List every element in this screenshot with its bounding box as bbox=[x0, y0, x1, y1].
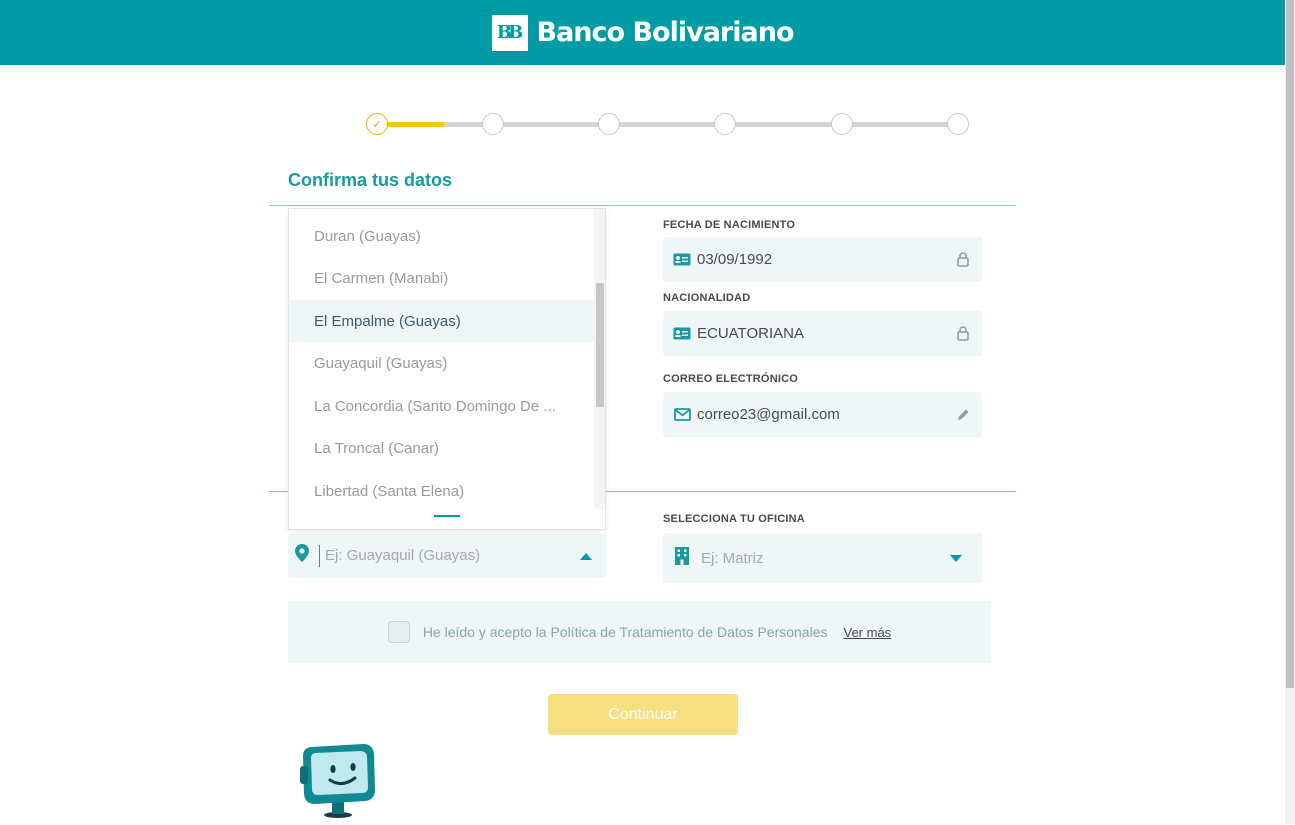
lock-icon bbox=[956, 252, 970, 267]
page-scrollbar-thumb[interactable] bbox=[1286, 0, 1294, 688]
map-pin-icon bbox=[295, 544, 309, 567]
building-icon bbox=[675, 546, 689, 570]
birth-date-field: 03/09/1992 bbox=[663, 237, 982, 282]
birth-date-label: FECHA DE NACIMIENTO bbox=[663, 219, 796, 231]
lock-icon bbox=[956, 326, 970, 341]
step-1-check-icon: ✓ bbox=[366, 113, 388, 135]
city-option[interactable]: El Carmen (Manabi) bbox=[289, 257, 595, 299]
dropdown-scrollbar[interactable] bbox=[594, 209, 605, 509]
city-option[interactable]: La Concordia (Santo Domingo De ... bbox=[289, 385, 595, 427]
id-card-icon bbox=[673, 327, 691, 340]
caret-down-icon[interactable] bbox=[950, 549, 962, 567]
brand-name: Banco Bolivariano bbox=[536, 17, 795, 48]
dropdown-loading-indicator bbox=[434, 515, 460, 517]
city-option[interactable]: Guayaquil (Guayas) bbox=[289, 342, 595, 384]
city-option-highlighted[interactable]: El Empalme (Guayas) bbox=[289, 300, 595, 342]
city-option[interactable]: Duran (Guayas) bbox=[289, 215, 595, 257]
consent-checkbox[interactable] bbox=[387, 621, 410, 643]
birth-date-value: 03/09/1992 bbox=[697, 251, 773, 268]
city-search-field[interactable] bbox=[288, 533, 606, 578]
office-select[interactable]: Ej: Matriz bbox=[663, 533, 982, 583]
pencil-icon[interactable] bbox=[956, 408, 970, 422]
id-card-icon bbox=[673, 253, 691, 266]
page-scrollbar[interactable] bbox=[1285, 0, 1295, 824]
text-cursor bbox=[319, 544, 320, 567]
robot-mascot-icon[interactable] bbox=[297, 742, 379, 820]
bank-logo[interactable]: BB Banco Bolivariano bbox=[491, 14, 795, 51]
step-2-dot bbox=[482, 113, 504, 135]
city-option[interactable]: Libertad (Santa Elena) bbox=[289, 470, 595, 512]
step-4-dot bbox=[714, 113, 736, 135]
consent-text: He leído y acepto la Política de Tratami… bbox=[422, 624, 828, 640]
mail-icon bbox=[673, 408, 691, 421]
city-search-input[interactable] bbox=[325, 547, 580, 564]
email-value[interactable]: correo23@gmail.com bbox=[697, 406, 956, 423]
logo-mark: BB bbox=[491, 14, 528, 51]
continue-button[interactable]: Continuar bbox=[548, 694, 738, 735]
section-divider-top bbox=[269, 205, 1016, 206]
section-title: Confirma tus datos bbox=[288, 170, 453, 190]
office-label: SELECCIONA TU OFICINA bbox=[663, 513, 805, 525]
nationality-field: ECUATORIANA bbox=[663, 311, 982, 356]
consent-panel: He leído y acepto la Política de Tratami… bbox=[288, 601, 991, 663]
step-5-dot bbox=[831, 113, 853, 135]
see-more-link[interactable]: Ver más bbox=[844, 625, 892, 640]
nationality-label: NACIONALIDAD bbox=[663, 292, 751, 304]
email-field[interactable]: correo23@gmail.com bbox=[663, 392, 982, 437]
city-option[interactable]: La Troncal (Canar) bbox=[289, 427, 595, 469]
email-label: CORREO ELECTRÓNICO bbox=[663, 373, 798, 385]
office-placeholder: Ej: Matriz bbox=[701, 549, 764, 567]
caret-up-icon[interactable] bbox=[580, 547, 592, 565]
nationality-value: ECUATORIANA bbox=[697, 325, 804, 342]
step-track bbox=[377, 122, 959, 127]
step-6-dot bbox=[947, 113, 969, 135]
header-bar: BB Banco Bolivariano bbox=[0, 0, 1285, 65]
dropdown-scrollbar-thumb[interactable] bbox=[596, 283, 604, 407]
step-3-dot bbox=[598, 113, 620, 135]
progress-stepper: ✓ bbox=[366, 113, 970, 135]
city-dropdown-list[interactable]: Duran (Guayas) El Carmen (Manabi) El Emp… bbox=[288, 208, 606, 530]
